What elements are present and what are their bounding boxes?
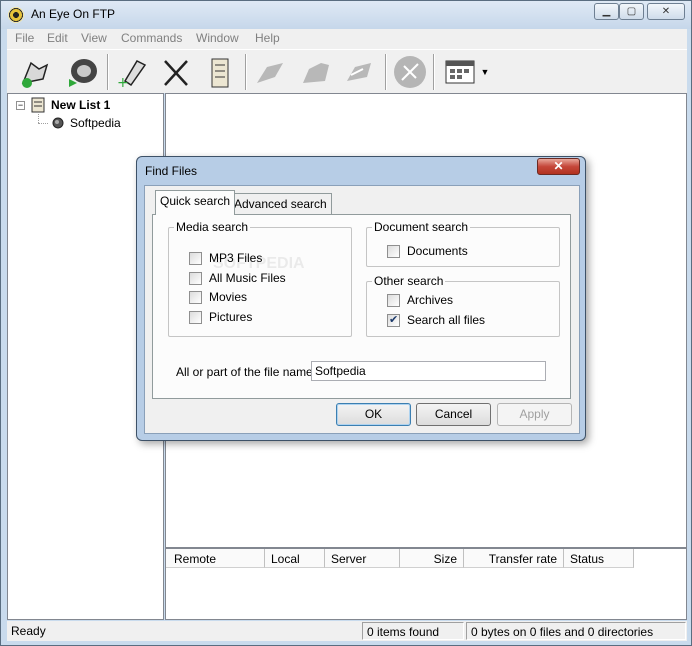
svg-text:+: + (117, 75, 129, 89)
status-bar: Ready 0 items found 0 bytes on 0 files a… (7, 621, 687, 641)
dialog-close-button[interactable]: ✕ (537, 158, 580, 175)
toolbar: + ▼ (7, 49, 687, 93)
checkbox-box[interactable] (387, 244, 400, 258)
apply-button[interactable]: Apply (497, 403, 572, 426)
tab-advanced-search[interactable]: Advanced search (229, 193, 332, 214)
app-eye-icon (8, 7, 24, 23)
checkbox-box[interactable] (189, 290, 202, 304)
checkbox-box[interactable] (387, 293, 400, 307)
column-local[interactable]: Local (265, 549, 325, 568)
filename-label: All or part of the file name: (176, 365, 317, 379)
checkbox-label: All Music Files (209, 271, 286, 285)
checkbox-box[interactable] (189, 310, 202, 324)
dialog-title: Find Files (145, 164, 198, 178)
movies-checkbox[interactable]: Movies (189, 289, 247, 305)
column-server[interactable]: Server (325, 549, 400, 568)
find-files-dialog: Find Files ✕ Quick search Advanced searc… (136, 156, 586, 441)
close-window-button[interactable]: ✕ (647, 3, 685, 20)
document-search-label: Document search (372, 220, 471, 234)
maximize-button[interactable]: ▢ (619, 3, 644, 20)
column-size[interactable]: Size (400, 549, 464, 568)
checkbox-label: Search all files (407, 313, 486, 327)
cancel-icon[interactable] (157, 53, 195, 91)
tree-collapse-toggle[interactable]: − (16, 101, 25, 110)
tree-item-softpedia[interactable]: Softpedia (70, 116, 121, 130)
checkbox-label: Movies (209, 290, 248, 304)
archives-checkbox[interactable]: Archives (387, 292, 453, 308)
upload-icon[interactable] (251, 53, 289, 91)
quick-search-panel: SOFTPEDIA Media search MP3 Files All Mus… (152, 214, 571, 399)
chevron-down-icon[interactable]: ▼ (477, 53, 493, 91)
menu-window[interactable]: Window (196, 31, 239, 45)
checkbox-box-checked[interactable] (387, 313, 400, 327)
menu-bar: File Edit View Commands Window Help (7, 29, 687, 49)
other-search-label: Other search (372, 274, 446, 288)
menu-edit[interactable]: Edit (47, 31, 68, 45)
other-search-group: Other search Archives Search all files (366, 274, 560, 337)
tree-connector (38, 114, 39, 123)
media-search-label: Media search (174, 220, 251, 234)
status-bytes: 0 bytes on 0 files and 0 directories (466, 622, 686, 640)
checkbox-label: Documents (407, 244, 468, 258)
media-search-group: Media search MP3 Files All Music Files M… (168, 220, 352, 337)
transfer-icon[interactable] (341, 53, 379, 91)
tab-quick-search[interactable]: Quick search (155, 190, 236, 215)
toolbar-separator (245, 54, 247, 90)
menu-commands[interactable]: Commands (121, 31, 182, 45)
connect-icon[interactable] (15, 53, 53, 91)
transfer-queue-pane: Remote Local Server Size Transfer rate S… (165, 548, 687, 620)
checkbox-label: Pictures (209, 310, 253, 324)
cancel-button[interactable]: Cancel (416, 403, 491, 426)
column-status[interactable]: Status (564, 549, 634, 568)
site-globe-icon (51, 116, 65, 133)
search-all-files-checkbox[interactable]: Search all files (387, 312, 485, 328)
download-icon[interactable] (297, 53, 335, 91)
status-items-found: 0 items found (362, 622, 464, 640)
window-title: An Eye On FTP (31, 7, 116, 21)
documents-checkbox[interactable]: Documents (387, 243, 468, 259)
checkbox-box[interactable] (189, 271, 202, 285)
dialog-body: Quick search Advanced search SOFTPEDIA M… (144, 185, 580, 434)
all-music-files-checkbox[interactable]: All Music Files (189, 270, 286, 286)
title-bar[interactable]: An Eye On FTP ▁ ▢ ✕ (1, 1, 691, 29)
tree-root-label[interactable]: New List 1 (51, 98, 110, 112)
toolbar-separator (107, 54, 109, 90)
tree-connector (38, 123, 48, 124)
menu-file[interactable]: File (15, 31, 34, 45)
minimize-button[interactable]: ▁ (594, 3, 619, 20)
view-toggle-icon[interactable] (441, 53, 479, 91)
mp3-files-checkbox[interactable]: MP3 Files (189, 250, 262, 266)
toolbar-separator (433, 54, 435, 90)
disconnect-icon[interactable] (63, 53, 101, 91)
checkbox-label: Archives (407, 293, 454, 307)
menu-help[interactable]: Help (255, 31, 280, 45)
stop-icon[interactable] (391, 53, 429, 91)
column-remote[interactable]: Remote (166, 549, 265, 568)
pictures-checkbox[interactable]: Pictures (189, 309, 252, 325)
add-site-icon[interactable]: + (113, 53, 151, 91)
filename-input[interactable] (311, 361, 546, 381)
menu-view[interactable]: View (81, 31, 107, 45)
checkbox-label: MP3 Files (209, 251, 263, 265)
queue-icon[interactable] (201, 53, 239, 91)
document-search-group: Document search Documents (366, 220, 560, 267)
toolbar-separator (385, 54, 387, 90)
ok-button[interactable]: OK (336, 403, 411, 426)
column-transfer-rate[interactable]: Transfer rate (464, 549, 564, 568)
checkbox-box[interactable] (189, 251, 202, 265)
status-ready: Ready (11, 624, 46, 638)
